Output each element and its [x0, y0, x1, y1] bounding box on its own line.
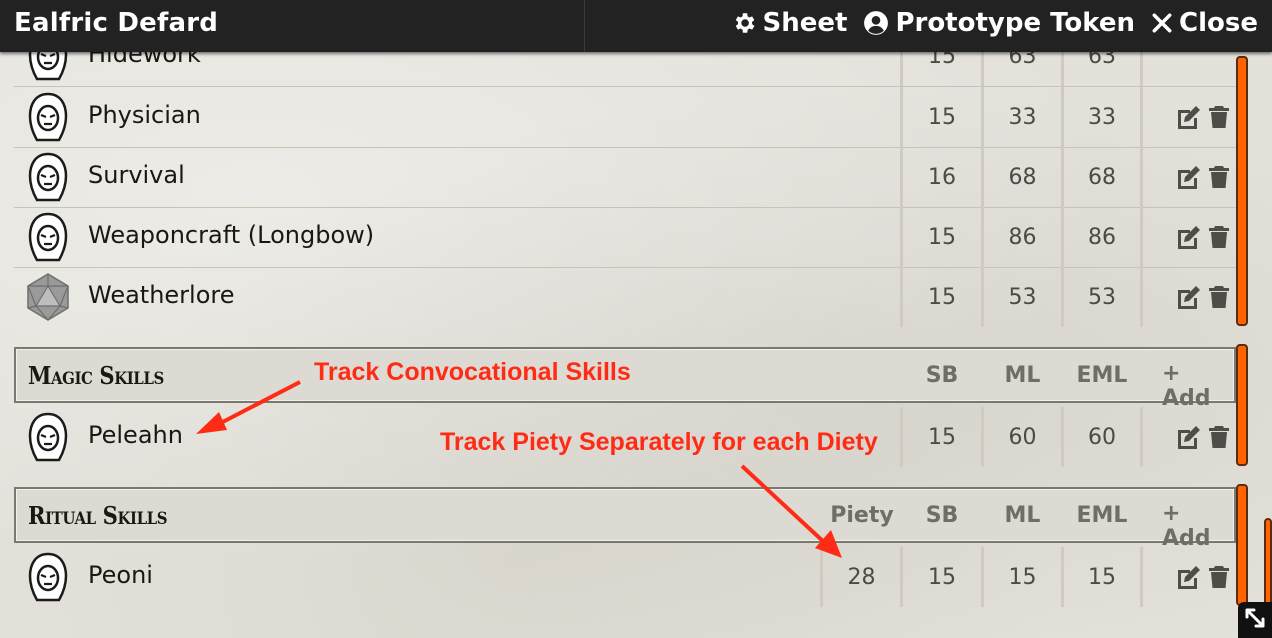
ritual-skills-header: Ritual Skills Piety SB ML EML + Add [14, 487, 1236, 551]
prototype-token-label: Prototype Token [895, 8, 1136, 38]
add-magic-skill-button[interactable]: + Add [1162, 361, 1234, 411]
window-title: Ealfric Defard [14, 8, 219, 38]
delete-icon[interactable] [1208, 425, 1230, 453]
row-controls [1176, 105, 1230, 133]
window-controls: Sheet Prototype Token Close [731, 8, 1258, 38]
row-controls [1176, 565, 1230, 593]
row-controls [1176, 165, 1230, 193]
column-divider [1140, 407, 1143, 467]
edit-icon[interactable] [1176, 565, 1202, 593]
row-controls [1176, 285, 1230, 313]
resize-handle[interactable] [1238, 602, 1272, 638]
hooded-figure-icon [28, 552, 68, 602]
skill-name[interactable]: Weatherlore [88, 281, 235, 309]
skill-name[interactable]: Survival [88, 161, 185, 189]
prototype-token-button[interactable]: Prototype Token [863, 8, 1135, 38]
ritual-skills-title: Ritual Skills [28, 501, 168, 530]
hooded-figure-icon [28, 92, 68, 142]
eml-value: 53 [1088, 284, 1116, 310]
user-circle-icon [863, 10, 889, 36]
eml-column-header: EML [1076, 362, 1128, 388]
column-divider [1140, 547, 1143, 607]
scrollbar[interactable] [1236, 484, 1248, 606]
annotation-convocational: Track Convocational Skills [314, 358, 631, 386]
sb-value: 15 [928, 564, 956, 590]
sb-value: 15 [928, 104, 956, 130]
edit-icon[interactable] [1176, 285, 1202, 313]
ml-value: 33 [1008, 104, 1037, 130]
sheet-button[interactable]: Sheet [731, 8, 848, 38]
eml-value: 15 [1088, 564, 1116, 590]
window-titlebar[interactable]: Ealfric Defard Sheet Prototype Token Clo… [0, 0, 1272, 52]
ml-value: 86 [1008, 224, 1037, 250]
close-button[interactable]: Close [1151, 8, 1258, 38]
sb-value: 15 [928, 224, 956, 250]
plus-icon: + [1162, 361, 1181, 386]
d20-icon [27, 273, 69, 321]
resize-icon [1244, 607, 1266, 633]
edit-icon[interactable] [1176, 165, 1202, 193]
edit-icon[interactable] [1176, 105, 1202, 133]
close-icon [1151, 12, 1173, 34]
skill-row: Survival 16 68 68 [14, 147, 1236, 208]
ml-column-header: ML [1004, 362, 1041, 388]
skill-name[interactable]: Physician [88, 101, 201, 129]
sb-value: 15 [928, 284, 956, 310]
ritual-skill-row: Peoni 28 15 15 15 [14, 547, 1236, 607]
skill-row: Weaponcraft (Longbow) 15 86 86 [14, 207, 1236, 268]
ml-value: 15 [1008, 564, 1037, 590]
delete-icon[interactable] [1208, 565, 1230, 593]
delete-icon[interactable] [1208, 165, 1230, 193]
column-divider [1140, 147, 1143, 207]
skill-name[interactable]: Peleahn [88, 421, 183, 449]
delete-icon[interactable] [1208, 285, 1230, 313]
hooded-figure-icon [28, 412, 68, 462]
delete-icon[interactable] [1208, 105, 1230, 133]
edit-icon[interactable] [1176, 425, 1202, 453]
sb-value: 15 [928, 424, 956, 450]
skill-row: Physician 15 33 33 [14, 87, 1236, 148]
column-divider [1140, 87, 1143, 147]
eml-value: 33 [1088, 104, 1116, 130]
ml-value: 53 [1008, 284, 1037, 310]
edit-icon[interactable] [1176, 225, 1202, 253]
eml-value: 86 [1088, 224, 1116, 250]
close-label: Close [1179, 8, 1258, 38]
skill-name[interactable]: Weaponcraft (Longbow) [88, 221, 374, 249]
titlebar-divider [584, 0, 585, 52]
add-ritual-skill-button[interactable]: + Add [1162, 501, 1234, 551]
hooded-figure-icon [28, 212, 68, 262]
hooded-figure-icon [28, 152, 68, 202]
ml-column-header: ML [1004, 502, 1041, 528]
sb-value: 16 [928, 164, 956, 190]
skill-name[interactable]: Peoni [88, 561, 153, 589]
eml-column-header: EML [1076, 502, 1128, 528]
skill-row: Weatherlore 15 53 53 [14, 267, 1236, 327]
sheet-label: Sheet [762, 8, 848, 38]
column-divider [1140, 207, 1143, 267]
ml-value: 68 [1008, 164, 1037, 190]
plus-icon: + [1162, 501, 1181, 526]
row-controls [1176, 225, 1230, 253]
magic-skills-title: Magic Skills [28, 361, 164, 390]
delete-icon[interactable] [1208, 225, 1230, 253]
eml-value: 60 [1088, 424, 1116, 450]
gear-icon [731, 10, 757, 36]
ml-value: 60 [1008, 424, 1037, 450]
sb-column-header: SB [925, 362, 959, 388]
annotation-piety: Track Piety Separately for each Diety [440, 428, 878, 456]
scrollbar[interactable] [1264, 518, 1272, 606]
piety-column-header: Piety [830, 502, 894, 528]
row-controls [1176, 425, 1230, 453]
piety-value: 28 [847, 564, 876, 590]
eml-value: 68 [1088, 164, 1116, 190]
sb-column-header: SB [925, 502, 959, 528]
column-divider [1140, 267, 1143, 327]
scrollbar[interactable] [1236, 56, 1248, 326]
scrollbar[interactable] [1236, 344, 1248, 466]
